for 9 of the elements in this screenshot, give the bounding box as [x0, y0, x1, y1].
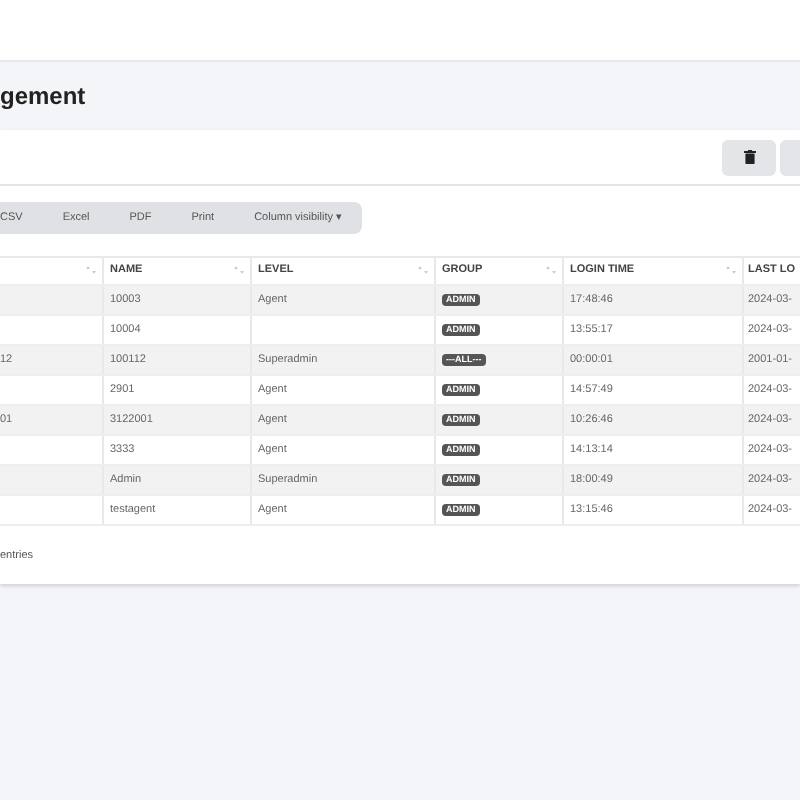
sort-icon — [234, 266, 244, 275]
page-title: gement — [0, 80, 86, 114]
sort-icon — [86, 266, 96, 275]
toolbar-button[interactable] — [780, 139, 800, 175]
sort-icon — [546, 266, 556, 275]
delete-button[interactable] — [722, 139, 776, 175]
sort-icon — [726, 266, 736, 275]
trash-icon — [743, 150, 755, 164]
sort-icon — [418, 266, 428, 275]
